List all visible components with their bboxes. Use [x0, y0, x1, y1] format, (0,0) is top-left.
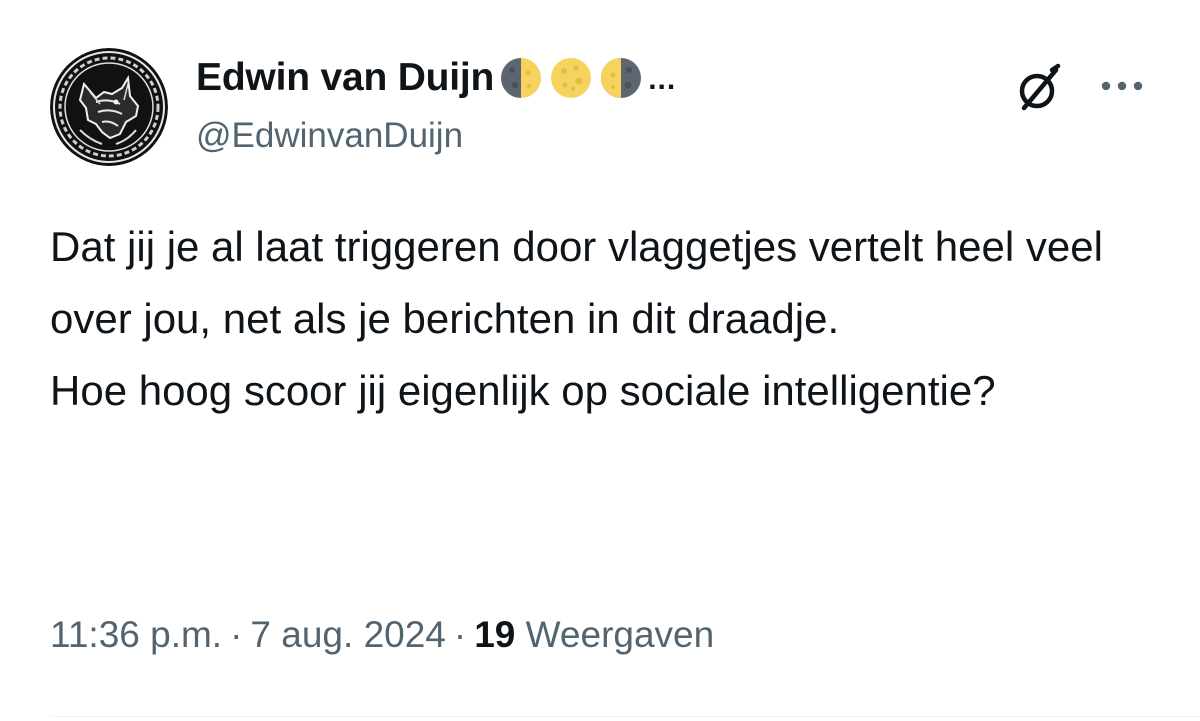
full-moon-icon — [548, 55, 594, 101]
name-truncation: ... — [648, 63, 677, 96]
tweet-paragraph: Dat jij je al laat triggeren door vlagge… — [50, 223, 1103, 342]
meta-separator: · — [230, 614, 243, 655]
views-count: 19 — [474, 614, 516, 655]
tweet-time[interactable]: 11:36 p.m. — [50, 614, 222, 655]
tweet-paragraph: Hoe hoog scoor jij eigenlijk op sociale … — [50, 367, 996, 414]
tweet-meta: 11:36 p.m. · 7 aug. 2024 · 19 Weergaven — [50, 614, 714, 656]
divider — [50, 716, 1200, 717]
tweet-card: Edwin van Duijn ... @EdwinvanDuijn Dat j… — [0, 0, 1200, 721]
tweet-text: Dat jij je al laat triggeren door vlagge… — [50, 211, 1160, 427]
grok-icon[interactable] — [1008, 58, 1070, 120]
last-quarter-moon-icon — [498, 55, 544, 101]
display-name[interactable]: Edwin van Duijn — [196, 56, 494, 100]
tweet-date[interactable]: 7 aug. 2024 — [250, 614, 445, 655]
celtic-wolf-avatar-icon — [50, 48, 168, 166]
avatar[interactable] — [50, 48, 168, 166]
more-options-icon[interactable] — [1096, 66, 1148, 106]
views-label: Weergaven — [525, 614, 715, 655]
meta-separator: · — [453, 614, 467, 655]
first-quarter-moon-icon — [598, 55, 644, 101]
display-name-row[interactable]: Edwin van Duijn ... — [196, 50, 676, 106]
user-handle[interactable]: @EdwinvanDuijn — [196, 116, 463, 156]
